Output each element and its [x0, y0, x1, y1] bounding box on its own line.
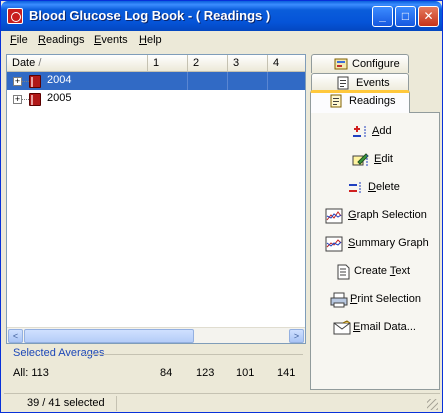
average-all: All: 113	[13, 367, 49, 379]
scroll-thumb[interactable]	[24, 329, 194, 343]
summary-graph-label: Summary Graph	[348, 237, 429, 249]
configure-icon	[334, 58, 348, 70]
menu-readings-label: eadings	[45, 34, 85, 46]
app-icon[interactable]	[7, 8, 23, 24]
summary-graph-button[interactable]: Summary Graph	[311, 233, 439, 255]
text-document-icon	[337, 264, 350, 280]
column-header-2[interactable]: 2	[188, 55, 228, 71]
menu-readings[interactable]: Readings	[38, 34, 85, 46]
add-label: Add	[372, 125, 392, 137]
expand-icon[interactable]: +	[13, 95, 22, 104]
status-bar: 39 / 41 selected	[4, 393, 440, 411]
graph-icon	[325, 208, 343, 224]
add-icon	[353, 126, 366, 138]
row-label: 2004	[47, 74, 72, 86]
title-bar[interactable]: Blood Glucose Log Book - ( Readings ) _ …	[1, 1, 442, 31]
column-header-date[interactable]: Date /	[7, 55, 148, 71]
tab-events-label: Events	[356, 77, 390, 89]
events-icon	[337, 76, 349, 90]
menu-file-label: ile	[16, 34, 28, 46]
window-title: Blood Glucose Log Book - ( Readings )	[29, 8, 271, 23]
edit-icon	[352, 153, 369, 167]
selected-averages-label: Selected Averages	[13, 347, 105, 359]
tree-row-2005[interactable]: + 2005	[7, 90, 305, 108]
column-date-label: Date	[12, 57, 36, 69]
add-button[interactable]: Add	[311, 121, 439, 143]
average-col-4: 141	[277, 367, 296, 379]
create-text-label: Create Text	[354, 265, 411, 277]
cell	[268, 72, 305, 90]
close-button[interactable]: ✕	[418, 6, 439, 27]
printer-icon	[330, 292, 348, 308]
readings-commands-panel: Add Edit Delete Graph Selection Summary …	[310, 112, 440, 390]
delete-icon	[349, 182, 361, 194]
graph-selection-label: Graph Selection	[348, 209, 427, 221]
app-window: Blood Glucose Log Book - ( Readings ) _ …	[0, 0, 443, 413]
edit-label: Edit	[374, 153, 393, 165]
expand-icon[interactable]: +	[13, 77, 22, 86]
tab-readings[interactable]: Readings	[310, 90, 410, 113]
tab-readings-label: Readings	[349, 95, 396, 107]
tab-configure[interactable]: Configure	[311, 54, 409, 73]
cell	[188, 72, 228, 90]
menu-help-accel: H	[139, 34, 147, 46]
maximize-button[interactable]: □	[395, 6, 416, 27]
scroll-right-button[interactable]: >	[289, 329, 304, 343]
average-col-1: 84	[160, 367, 173, 379]
list-header: Date / 1 2 3 4	[7, 55, 305, 72]
email-icon	[333, 320, 351, 335]
email-data-button[interactable]: Email Data...	[311, 317, 439, 339]
selection-count: 39 / 41 selected	[7, 396, 117, 411]
scroll-left-button[interactable]: <	[8, 329, 23, 343]
menu-file-accel: F	[10, 34, 17, 46]
logbook-icon	[29, 93, 41, 106]
column-header-4[interactable]: 4	[268, 55, 305, 71]
create-text-button[interactable]: Create Text	[311, 261, 439, 283]
summary-graph-icon	[325, 236, 343, 252]
cell	[148, 72, 188, 90]
graph-selection-button[interactable]: Graph Selection	[311, 205, 439, 227]
minimize-button[interactable]: _	[372, 6, 393, 27]
print-selection-label: Print Selection	[350, 293, 421, 305]
sort-arrow-icon: /	[38, 57, 42, 69]
cell	[228, 72, 268, 90]
horizontal-scrollbar[interactable]: < >	[7, 327, 305, 343]
menu-help[interactable]: Help	[139, 34, 162, 46]
divider	[85, 354, 303, 355]
tab-configure-label: Configure	[352, 58, 400, 70]
print-selection-button[interactable]: Print Selection	[311, 289, 439, 311]
row-label: 2005	[47, 92, 72, 104]
readings-icon	[330, 94, 342, 108]
tree-row-2004[interactable]: + 2004	[7, 72, 305, 90]
logbook-icon	[29, 75, 41, 88]
menu-file[interactable]: File	[10, 34, 28, 46]
tree-connector	[22, 99, 29, 100]
command-pane: Configure Events Readings Add Edit Delet…	[310, 54, 440, 390]
menu-events-label: vents	[101, 34, 128, 46]
email-data-label: Email Data...	[353, 321, 416, 333]
delete-label: Delete	[368, 181, 400, 193]
edit-button[interactable]: Edit	[311, 149, 439, 171]
column-header-1[interactable]: 1	[148, 55, 188, 71]
average-col-2: 123	[196, 367, 215, 379]
menu-bar: File Readings Events Help	[4, 32, 440, 50]
resize-grip-icon[interactable]	[427, 399, 438, 410]
readings-list[interactable]: Date / 1 2 3 4 + 2004 + 2005 < >	[6, 54, 306, 344]
average-col-3: 101	[236, 367, 255, 379]
tree-connector	[22, 81, 29, 82]
menu-readings-accel: R	[38, 34, 46, 46]
column-header-3[interactable]: 3	[228, 55, 268, 71]
menu-events[interactable]: Events	[94, 34, 128, 46]
delete-button[interactable]: Delete	[311, 177, 439, 199]
menu-help-label: elp	[146, 34, 162, 46]
